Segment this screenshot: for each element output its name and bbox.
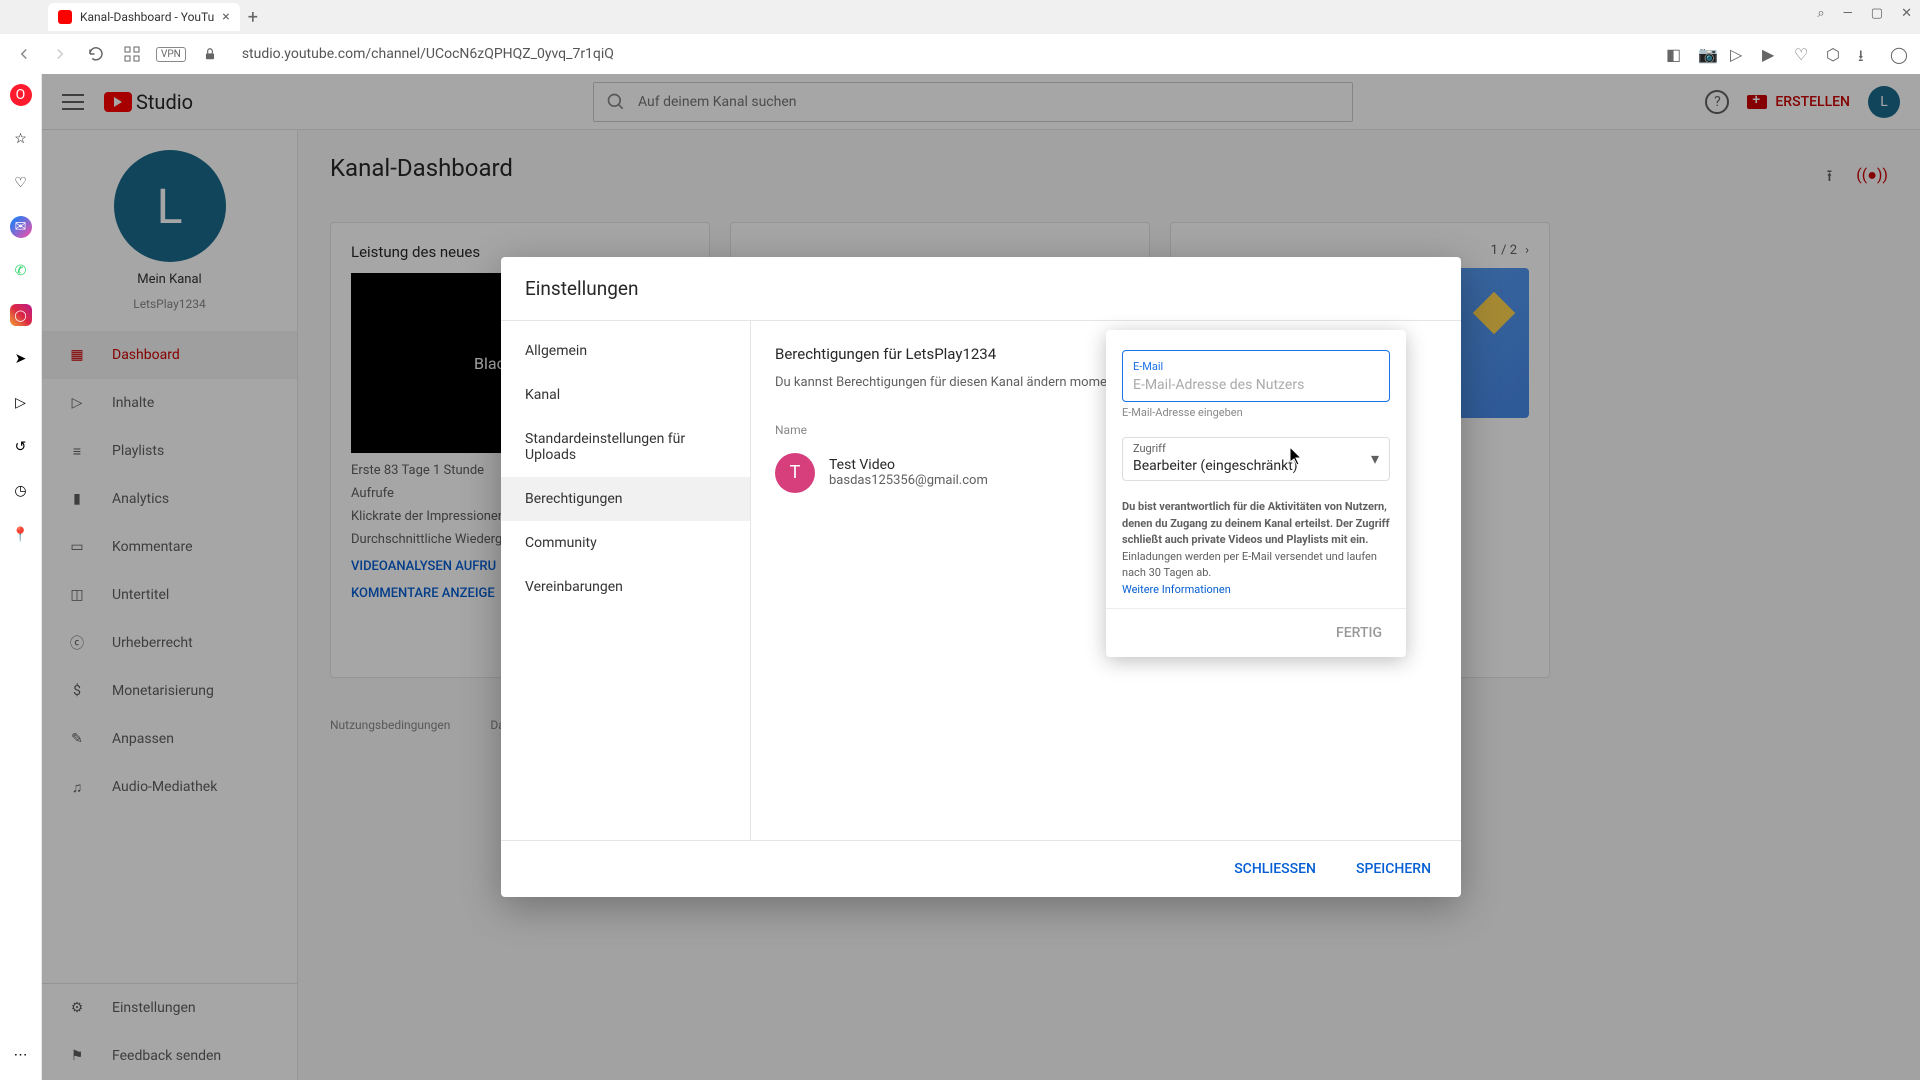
done-button[interactable]: FERTIG [1328, 619, 1390, 647]
maximize-icon[interactable]: ▢ [1871, 6, 1883, 21]
camera-icon[interactable]: 📷 [1698, 45, 1716, 63]
access-value: Bearbeiter (eingeschränkt) [1133, 458, 1298, 474]
send-icon[interactable]: ▶ [1762, 45, 1780, 63]
play-rail-icon[interactable]: ▷ [10, 392, 32, 414]
window-controls: ⌕ — ▢ ✕ [1817, 6, 1912, 21]
disclaimer-rest: Einladungen werden per E-Mail versendet … [1122, 550, 1377, 580]
modal-nav: Allgemein Kanal Standardeinstellungen fü… [501, 321, 751, 840]
browser-chrome: Kanal-Dashboard - YouTu × + ⌕ — ▢ ✕ VPN [0, 0, 1920, 75]
bookmark-icon[interactable]: ▷ [1730, 45, 1748, 63]
cube-icon[interactable]: ⬡ [1826, 45, 1844, 63]
close-button[interactable]: SCHLIESSEN [1224, 853, 1326, 885]
whatsapp-icon[interactable]: ✆ [10, 260, 32, 282]
modal-nav-permissions[interactable]: Berechtigungen [501, 477, 750, 521]
tab-bar: Kanal-Dashboard - YouTu × + ⌕ — ▢ ✕ [0, 0, 1920, 34]
instagram-icon[interactable]: ◯ [10, 304, 32, 326]
star-icon[interactable]: ☆ [10, 128, 32, 150]
url-actions: ◧ 📷 ▷ ▶ ♡ ⬡ ⭳ ◯ [1666, 45, 1908, 63]
email-label: E-Mail [1133, 360, 1163, 373]
app-root: Studio ? ERSTELLEN L L Mein Kanal LetsPl… [42, 74, 1920, 1080]
more-icon[interactable]: ⋯ [10, 1044, 32, 1066]
more-info-link[interactable]: Weitere Informationen [1122, 583, 1231, 596]
heart-rail-icon[interactable]: ♡ [10, 172, 32, 194]
modal-nav-channel[interactable]: Kanal [501, 373, 750, 417]
download-icon[interactable]: ⭳ [1858, 45, 1876, 63]
arrow-rail-icon[interactable]: ➤ [10, 348, 32, 370]
modal-nav-general[interactable]: Allgemein [501, 329, 750, 373]
forward-icon[interactable] [48, 42, 72, 66]
url-bar: VPN ◧ 📷 ▷ ▶ ♡ ⬡ ⭳ ◯ [0, 34, 1920, 74]
disclaimer-text: Du bist verantwortlich für die Aktivität… [1122, 499, 1390, 598]
modal-nav-upload-defaults[interactable]: Standardeinstellungen für Uploads [501, 417, 750, 477]
url-input[interactable] [234, 40, 1654, 68]
snapshot-icon[interactable]: ◧ [1666, 45, 1684, 63]
close-window-icon[interactable]: ✕ [1901, 6, 1912, 21]
new-tab-button[interactable]: + [248, 7, 258, 28]
opera-sidebar: O ☆ ♡ ✉ ✆ ◯ ➤ ▷ ↺ ◷ 📍 ⋯ [0, 74, 42, 1080]
history-icon[interactable]: ↺ [10, 436, 32, 458]
user-email: basdas125356@gmail.com [829, 473, 988, 488]
heart-icon[interactable]: ♡ [1794, 45, 1812, 63]
minimize-icon[interactable]: — [1843, 6, 1853, 21]
email-field-wrapper: E-Mail [1122, 350, 1390, 402]
pin-icon[interactable]: 📍 [10, 524, 32, 546]
vpn-badge[interactable]: VPN [156, 47, 186, 62]
modal-nav-agreements[interactable]: Vereinbarungen [501, 565, 750, 609]
user-name: Test Video [829, 457, 988, 473]
modal-title: Einstellungen [501, 257, 1461, 321]
access-label: Zugriff [1133, 442, 1371, 455]
speed-dial-icon[interactable] [120, 42, 144, 66]
opera-icon[interactable]: O [10, 84, 32, 106]
disclaimer-bold: Du bist verantwortlich für die Aktivität… [1122, 500, 1390, 546]
search-icon[interactable]: ⌕ [1817, 6, 1824, 21]
chevron-down-icon: ▾ [1371, 449, 1379, 468]
popover-footer: FERTIG [1106, 608, 1406, 647]
lock-icon[interactable] [198, 42, 222, 66]
tab-close-icon[interactable]: × [222, 9, 229, 25]
save-button[interactable]: SPEICHERN [1346, 853, 1441, 885]
browser-tab[interactable]: Kanal-Dashboard - YouTu × [48, 3, 240, 31]
clock-icon[interactable]: ◷ [10, 480, 32, 502]
email-input[interactable] [1133, 375, 1379, 395]
invite-popover: E-Mail E-Mail-Adresse eingeben Zugriff B… [1106, 330, 1406, 657]
messenger-icon[interactable]: ✉ [10, 216, 32, 238]
profile-icon[interactable]: ◯ [1890, 45, 1908, 63]
email-helper: E-Mail-Adresse eingeben [1122, 406, 1390, 419]
user-avatar: T [775, 453, 815, 493]
reload-icon[interactable] [84, 42, 108, 66]
tab-title: Kanal-Dashboard - YouTu [80, 10, 214, 24]
modal-nav-community[interactable]: Community [501, 521, 750, 565]
modal-footer: SCHLIESSEN SPEICHERN [501, 840, 1461, 897]
back-icon[interactable] [12, 42, 36, 66]
youtube-favicon [58, 10, 72, 24]
access-select[interactable]: Zugriff Bearbeiter (eingeschränkt) ▾ [1122, 437, 1390, 481]
